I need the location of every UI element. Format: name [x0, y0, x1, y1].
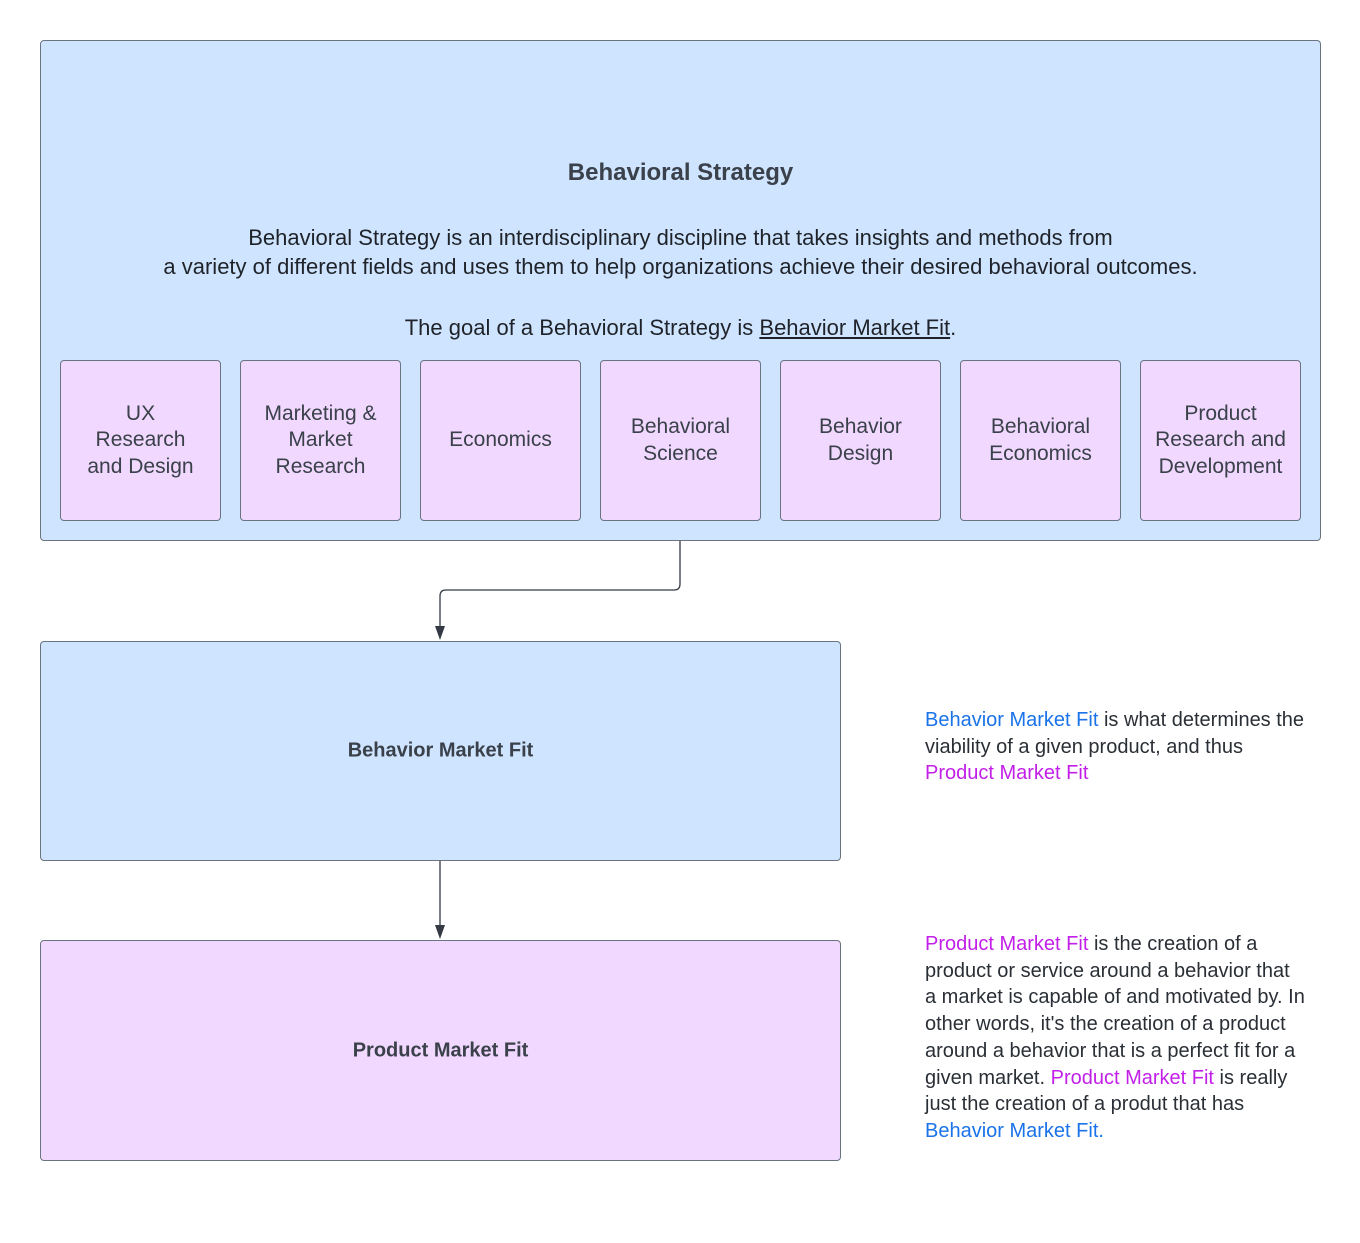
behavior-market-fit-note: Behavior Market Fit is what determines t… [925, 707, 1305, 787]
note-text: is the creation of a product or service … [925, 933, 1305, 1089]
product-market-fit-box[interactable]: Product Market Fit [40, 940, 841, 1161]
term-behavior-market-fit: Behavior Market Fit [925, 709, 1099, 731]
arrowhead-icon [435, 925, 445, 939]
discipline-label: Behavior Design [819, 415, 902, 465]
behavioral-strategy-description: Behavioral Strategy is an interdisciplin… [41, 223, 1320, 281]
term-product-market-fit: Product Market Fit [925, 762, 1089, 785]
description-line-2: a variety of different fields and uses t… [163, 254, 1198, 279]
goal-suffix: . [950, 315, 957, 340]
discipline-card-product-rnd[interactable]: Product Research and Development [1140, 360, 1301, 521]
term-product-market-fit: Product Market Fit [925, 933, 1089, 955]
discipline-label: Economics [449, 428, 552, 452]
discipline-label: Product Research and Development [1155, 401, 1286, 478]
discipline-card-behavioral-science[interactable]: Behavioral Science [600, 360, 761, 521]
term-product-market-fit: Product Market Fit [1050, 1066, 1214, 1089]
discipline-label: Marketing & Market Research [264, 401, 377, 478]
discipline-card-economics[interactable]: Economics [420, 360, 581, 521]
behavior-market-fit-label: Behavior Market Fit [347, 739, 534, 762]
discipline-card-behavioral-economics[interactable]: Behavioral Economics [960, 360, 1121, 521]
term-behavior-market-fit: Behavior Market Fit. [925, 1119, 1104, 1142]
behavioral-strategy-title: Behavioral Strategy [567, 159, 794, 186]
product-market-fit-label: Product Market Fit [352, 1039, 529, 1061]
behavior-market-fit-box[interactable]: Behavior Market Fit [40, 641, 841, 861]
discipline-label: UX Research and Design [87, 401, 194, 478]
description-line-1: Behavioral Strategy is an interdisciplin… [248, 225, 1113, 250]
goal-statement: The goal of a Behavioral Strategy is Beh… [41, 313, 1320, 342]
connector-strategy-to-bmf [439, 541, 681, 628]
discipline-label: Behavioral Science [630, 415, 731, 465]
goal-link-behavior-market-fit[interactable]: Behavior Market Fit [759, 315, 950, 340]
discipline-card-ux-research[interactable]: UX Research and Design [60, 360, 221, 521]
discipline-card-behavior-design[interactable]: Behavior Design [780, 360, 941, 521]
product-market-fit-note: Product Market Fit is the creation of a … [925, 931, 1305, 1145]
discipline-label: Behavioral Economics [989, 415, 1092, 465]
discipline-card-marketing[interactable]: Marketing & Market Research [240, 360, 401, 521]
arrowhead-icon [435, 626, 445, 640]
goal-prefix: The goal of a Behavioral Strategy is [404, 315, 760, 340]
